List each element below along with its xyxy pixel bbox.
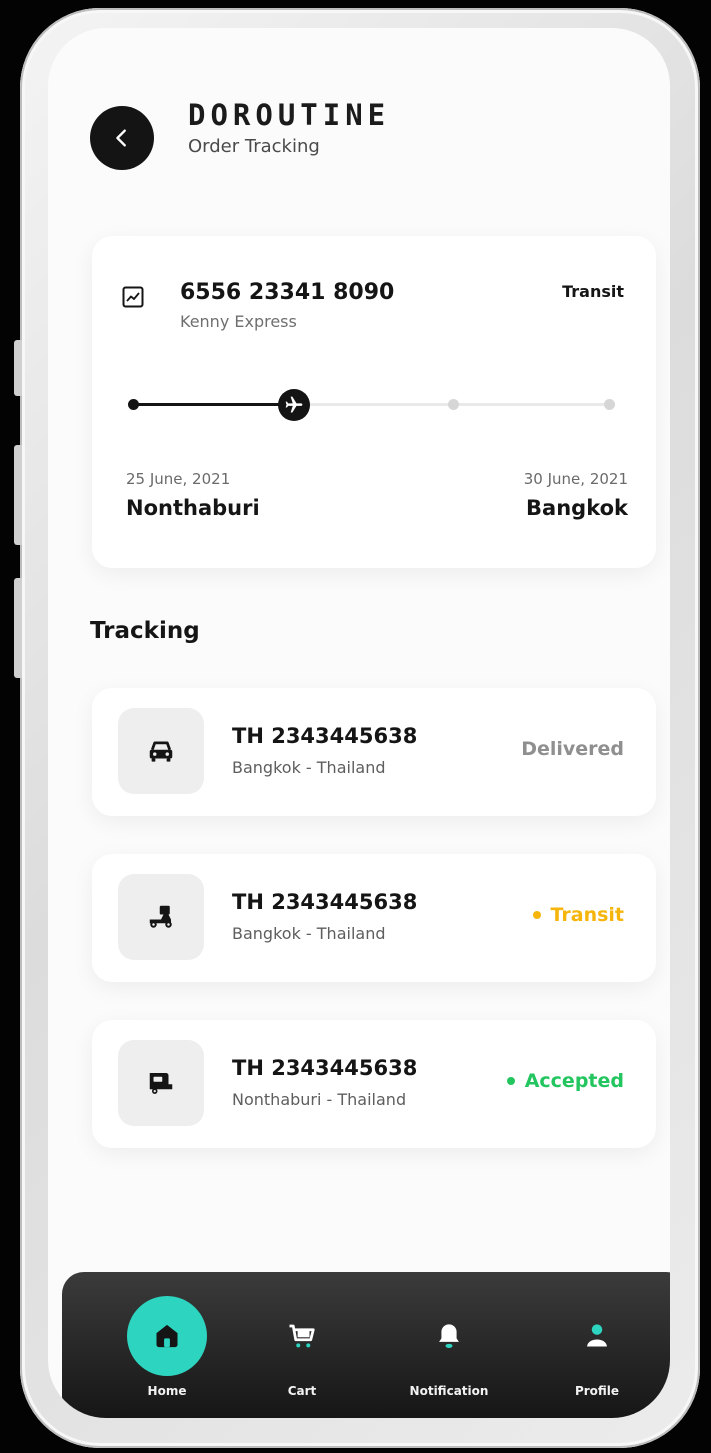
item-route: Bangkok - Thailand xyxy=(232,758,386,777)
app-root: DOROUTINE Order Tracking 6556 23341 8090… xyxy=(0,0,711,1453)
phone-screen: DOROUTINE Order Tracking 6556 23341 8090… xyxy=(48,28,670,1418)
item-tracking-number: TH 2343445638 xyxy=(232,724,418,748)
cart-icon-wrap xyxy=(262,1296,342,1376)
phone-side-button xyxy=(14,578,22,678)
nav-item-home[interactable]: Home xyxy=(102,1272,232,1418)
phone-side-button xyxy=(14,340,22,396)
status-dot xyxy=(532,911,541,919)
tracking-list-item[interactable]: TH 2343445638 Bangkok - Thailand Deliver… xyxy=(92,688,656,816)
destination-city: Bangkok xyxy=(526,496,628,520)
item-tracking-number: TH 2343445638 xyxy=(232,890,418,914)
cart-icon xyxy=(289,1324,315,1348)
progress-waypoint-dot xyxy=(448,399,459,410)
nav-label-home: Home xyxy=(147,1384,187,1398)
item-status: Accepted xyxy=(506,1070,624,1092)
origin-date: 25 June, 2021 xyxy=(126,470,231,488)
bell-icon-wrap xyxy=(409,1296,489,1376)
profile-icon xyxy=(587,1324,607,1347)
shipment-status: Transit xyxy=(562,282,624,301)
back-button[interactable] xyxy=(90,106,154,170)
tracking-list-item[interactable]: TH 2343445638 Nonthaburi - Thailand Acce… xyxy=(92,1020,656,1148)
nav-label-cart: Cart xyxy=(287,1384,317,1398)
item-route: Nonthaburi - Thailand xyxy=(232,1090,407,1109)
origin-city: Nonthaburi xyxy=(126,496,260,520)
item-status-label: Transit xyxy=(550,904,625,926)
item-status: Delivered xyxy=(521,738,624,760)
nav-item-profile[interactable]: Profile xyxy=(532,1272,662,1418)
chevron-left-icon xyxy=(116,129,126,147)
tracking-list-item[interactable]: TH 2343445638 Bangkok - Thailand Transit xyxy=(92,854,656,982)
profile-icon-wrap xyxy=(557,1296,637,1376)
nav-label-notification: Notification xyxy=(409,1384,489,1398)
status-dot xyxy=(506,1077,515,1085)
nav-item-notification[interactable]: Notification xyxy=(384,1272,514,1418)
item-icon-box xyxy=(118,874,204,960)
tracking-section-title: Tracking xyxy=(90,618,200,644)
car-icon xyxy=(149,741,173,762)
bell-icon xyxy=(439,1324,459,1349)
item-tracking-number: TH 2343445638 xyxy=(232,1056,418,1080)
shipment-tracking-number: 6556 23341 8090 xyxy=(180,280,395,305)
progress-start-dot xyxy=(128,399,139,410)
destination-date: 30 June, 2021 xyxy=(523,470,628,488)
chart-trend-icon xyxy=(122,286,144,308)
item-status: Transit xyxy=(532,904,625,926)
item-icon-box xyxy=(118,708,204,794)
nav-item-cart[interactable]: Cart xyxy=(237,1272,367,1418)
home-icon-wrap xyxy=(127,1296,207,1376)
progress-end-dot xyxy=(604,399,615,410)
brand-logo: DOROUTINE xyxy=(188,98,391,132)
carrier-name: Kenny Express xyxy=(180,312,297,331)
airplane-icon xyxy=(285,396,303,413)
item-icon-box xyxy=(118,1040,204,1126)
home-icon xyxy=(156,1324,178,1348)
delivery-scooter-icon xyxy=(149,905,172,928)
progress-completed-line xyxy=(130,403,292,406)
progress-current-marker xyxy=(278,389,310,421)
bottom-navigation: Home Cart Notification Profile xyxy=(62,1272,670,1418)
item-status-label: Delivered xyxy=(521,738,624,760)
shipment-progress-track xyxy=(128,389,615,421)
delivery-van-icon xyxy=(149,1073,173,1094)
phone-side-button xyxy=(14,445,22,545)
shipment-summary-card[interactable]: 6556 23341 8090 Kenny Express Transit 25… xyxy=(92,236,656,568)
page-subtitle: Order Tracking xyxy=(188,136,320,157)
item-route: Bangkok - Thailand xyxy=(232,924,386,943)
nav-label-profile: Profile xyxy=(574,1384,620,1398)
item-status-label: Accepted xyxy=(524,1070,624,1092)
